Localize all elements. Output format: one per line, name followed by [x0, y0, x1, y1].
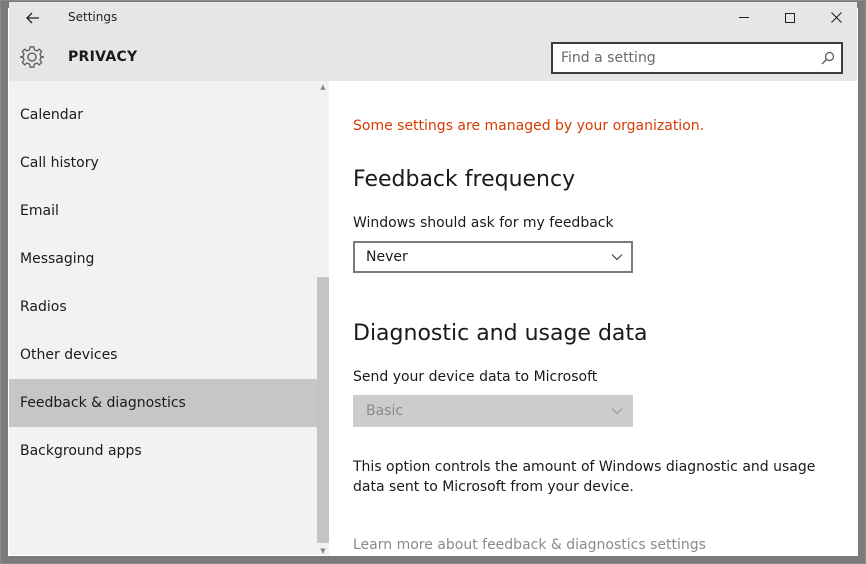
title-bar: Settings — [9, 2, 857, 33]
feedback-frequency-value: Never — [366, 249, 408, 265]
minimize-icon — [739, 17, 749, 18]
search-icon[interactable] — [821, 51, 835, 65]
search-input[interactable] — [561, 49, 811, 67]
feedback-label: Windows should ask for my feedback — [353, 215, 614, 231]
diagnostic-description: This option controls the amount of Windo… — [353, 459, 816, 495]
minimize-button[interactable] — [721, 2, 767, 33]
sidebar-scrollbar[interactable]: ▲ ▼ — [317, 81, 329, 555]
close-button[interactable] — [813, 2, 857, 33]
sidebar-item-background-apps[interactable]: Background apps — [9, 427, 317, 475]
sidebar-item-feedback-diagnostics[interactable]: Feedback & diagnostics — [9, 379, 317, 427]
sidebar-nav: Calendar Call history Email Messaging Ra… — [9, 81, 329, 555]
close-icon — [830, 12, 842, 23]
diagnostic-data-value: Basic — [366, 403, 404, 419]
diagnostic-label: Send your device data to Microsoft — [353, 369, 598, 385]
sidebar-item-radios[interactable]: Radios — [9, 283, 317, 331]
page-title: PRIVACY — [68, 49, 138, 65]
sidebar-item-messaging[interactable]: Messaging — [9, 235, 317, 283]
page-header: PRIVACY — [9, 33, 857, 81]
window-title: Settings — [68, 10, 118, 24]
scrollbar-thumb[interactable] — [317, 277, 329, 543]
diagnostic-data-dropdown: Basic — [353, 395, 633, 427]
gear-icon — [19, 46, 45, 68]
managed-notice: Some settings are managed by your organi… — [353, 118, 705, 134]
sidebar-item-calendar[interactable]: Calendar — [9, 91, 317, 139]
window-content: Settings PRIVACY Find a setting Calendar… — [9, 2, 857, 555]
chevron-down-icon — [611, 254, 623, 261]
sidebar-item-other-devices[interactable]: Other devices — [9, 331, 317, 379]
maximize-icon — [785, 12, 795, 23]
feedback-frequency-dropdown[interactable]: Never — [353, 241, 633, 273]
main-content: Some settings are managed by your organi… — [329, 81, 857, 555]
feedback-heading: Feedback frequency — [353, 167, 576, 192]
learn-more-link[interactable]: Learn more about feedback & diagnostics … — [353, 537, 706, 553]
back-arrow-icon[interactable] — [23, 9, 43, 27]
chevron-down-icon — [611, 408, 623, 415]
scroll-down-icon[interactable]: ▼ — [317, 545, 329, 555]
diagnostic-heading: Diagnostic and usage data — [353, 321, 648, 346]
sidebar-item-call-history[interactable]: Call history — [9, 139, 317, 187]
settings-window: Settings PRIVACY Find a setting Calendar… — [0, 0, 866, 564]
sidebar-item-email[interactable]: Email — [9, 187, 317, 235]
search-box[interactable] — [551, 42, 843, 74]
scroll-up-icon[interactable]: ▲ — [317, 81, 329, 93]
maximize-button[interactable] — [767, 2, 813, 33]
